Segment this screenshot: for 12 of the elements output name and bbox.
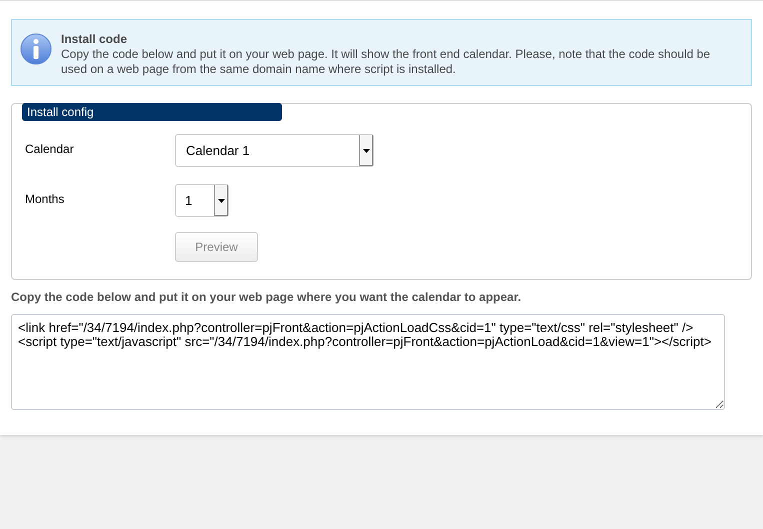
select-field[interactable]: 1: [175, 184, 229, 217]
caret-icon: [363, 148, 370, 152]
notice-text: Copy the code below and put it on your web page. It will show the front end calendar. Please, note that the code should be used on a web page from the same domain name where script is installed.: [61, 47, 712, 77]
field-label: Months: [25, 191, 66, 208]
select-field[interactable]: Calendar 1: [175, 134, 374, 167]
code-field[interactable]: <link href="/34/7194/index.php?controller=pjFront&action=pjActionLoadCss&cid=1" type="text/css" rel="stylesheet" /> <script type="text/javascript" src="/34/7194/index.php?controller=pjFront&action=pjActionLoad&cid=1&view=1"></script>: [11, 314, 725, 410]
info-icon: [20, 33, 52, 65]
notice-title: Install code: [61, 32, 128, 47]
section-legend: Install config: [22, 103, 282, 121]
instructions-text: Copy the code below and put it on your web page where you want the calendar to appear.: [11, 290, 522, 305]
caret-icon: [218, 198, 225, 202]
field-label: Calendar: [25, 141, 75, 158]
